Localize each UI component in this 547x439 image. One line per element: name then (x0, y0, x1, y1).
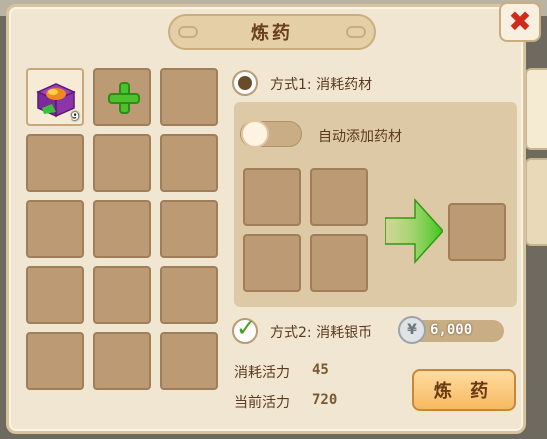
material-grid (243, 168, 368, 292)
refine-button[interactable]: 炼 药 (412, 369, 516, 411)
side-tab-2[interactable] (525, 158, 547, 246)
inventory-slot[interactable] (26, 134, 84, 192)
inventory-slot[interactable] (160, 332, 218, 390)
current-vitality: 当前活力 720 (234, 392, 337, 412)
auto-add-label: 自动添加药材 (318, 129, 402, 145)
plus-icon (108, 82, 140, 114)
consume-vitality: 消耗活力 45 (234, 362, 329, 382)
consume-vitality-label: 消耗活力 (234, 365, 290, 381)
mode1-label: 方式1: 消耗药材 (270, 77, 373, 93)
swirl-decoration-left (178, 26, 198, 38)
toggle-knob (241, 120, 269, 148)
coin-cost-value: 6,000 (430, 322, 473, 338)
side-tab-1[interactable] (525, 68, 547, 150)
side-tabs (525, 68, 547, 298)
mode1-radio[interactable] (232, 70, 258, 96)
inventory-slot[interactable] (26, 332, 84, 390)
inventory-slot[interactable] (160, 68, 218, 126)
page-title: 炼药 (251, 23, 293, 44)
material-slot[interactable] (310, 168, 368, 226)
inventory-slot-add[interactable] (93, 68, 151, 126)
silver-coin-icon: ¥ (398, 316, 426, 344)
material-slot[interactable] (243, 234, 301, 292)
swirl-decoration-right (346, 26, 366, 38)
item-quantity: 9 (71, 110, 79, 123)
inventory-slot[interactable] (26, 200, 84, 258)
checkmark-icon: ✓ (236, 314, 257, 342)
inventory-slot[interactable] (93, 134, 151, 192)
inventory-slot[interactable] (26, 266, 84, 324)
inventory-grid: 9 (26, 68, 218, 390)
mode2-label: 方式2: 消耗银币 (270, 325, 373, 341)
material-slot[interactable] (310, 234, 368, 292)
inventory-slot[interactable] (160, 266, 218, 324)
inventory-slot[interactable] (160, 134, 218, 192)
arrow-right-icon (385, 198, 443, 264)
current-vitality-value: 720 (312, 392, 338, 408)
current-vitality-label: 当前活力 (234, 395, 290, 411)
inventory-slot-chest[interactable]: 9 (26, 68, 84, 126)
mode2-checkbox[interactable]: ✓ (232, 314, 258, 344)
title-bar: 炼药 (168, 14, 376, 50)
material-slot[interactable] (243, 168, 301, 226)
close-icon: ✖ (508, 5, 532, 38)
result-slot[interactable] (448, 203, 506, 261)
inventory-slot[interactable] (93, 200, 151, 258)
inventory-slot[interactable] (160, 200, 218, 258)
auto-add-toggle[interactable] (240, 120, 302, 148)
close-button[interactable]: ✖ (499, 2, 541, 42)
inventory-slot[interactable] (93, 332, 151, 390)
inventory-slot[interactable] (93, 266, 151, 324)
consume-vitality-value: 45 (312, 362, 329, 378)
